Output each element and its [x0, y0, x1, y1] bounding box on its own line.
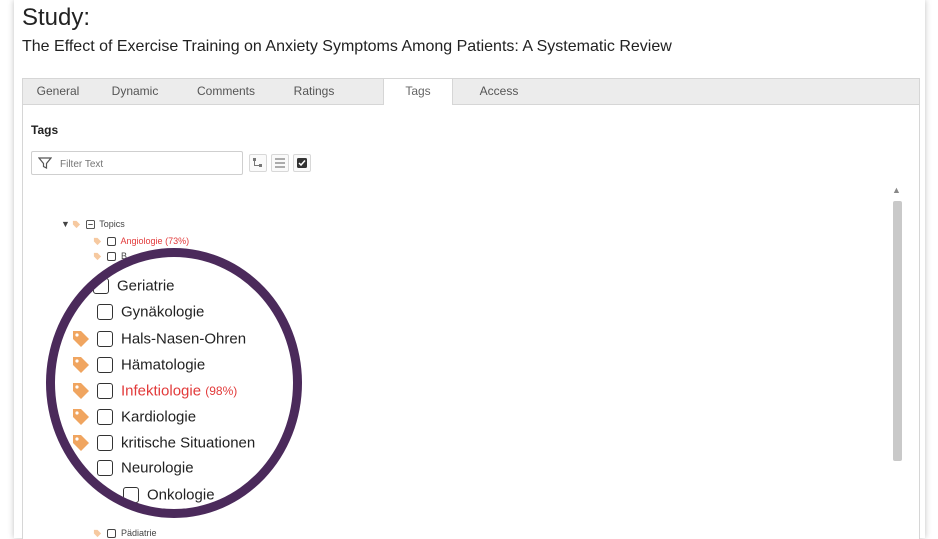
checkbox-checked-icon: [297, 158, 307, 168]
zoom-item-pct: (98%): [205, 383, 238, 398]
tab-bar: General Dynamic Comments Ratings Tags Ac…: [23, 79, 919, 105]
tag-icon: [73, 331, 89, 347]
tree-root-label: Topics: [99, 219, 125, 229]
zoom-item[interactable]: Hals-Nasen-Ohren: [71, 329, 246, 353]
tree-item-pct: (73%): [165, 236, 190, 246]
tag-icon: [93, 253, 102, 261]
tag-icon: [73, 357, 89, 373]
list-icon: [275, 158, 285, 168]
zoom-item[interactable]: Neurologie: [97, 459, 194, 483]
study-title: The Effect of Exercise Training on Anxie…: [22, 38, 672, 55]
tree-item-label: Pädiatrie: [121, 528, 157, 538]
select-all-button[interactable]: [293, 154, 311, 172]
tab-ratings[interactable]: Ratings: [275, 79, 353, 104]
tree-item-checkbox[interactable]: [106, 237, 116, 247]
tag-tree-icon: [253, 158, 262, 167]
tag-icon: [93, 530, 102, 538]
tag-icon: [73, 435, 89, 451]
tree-root: ▼ Topics: [61, 219, 125, 230]
tree-item-checkbox[interactable]: [106, 252, 116, 262]
tree-item[interactable]: Angiologie (73%): [93, 236, 190, 247]
tab-access[interactable]: Access: [463, 79, 535, 104]
scroll-up-arrow-icon[interactable]: ▲: [892, 185, 901, 195]
scrollbar[interactable]: ▲: [889, 185, 905, 539]
zoom-item-checkbox[interactable]: [97, 435, 113, 451]
zoom-item-checkbox[interactable]: [123, 487, 139, 503]
zoom-item-label: Kardiologie: [121, 408, 197, 426]
zoom-item-label: Geriatrie: [117, 277, 175, 295]
zoom-item-checkbox[interactable]: [97, 460, 113, 477]
tag-icon: [99, 487, 115, 503]
list-view-button[interactable]: [271, 154, 289, 172]
zoom-item-label: Hals-Nasen-Ohren: [121, 330, 247, 348]
zoom-item[interactable]: Onkologie: [97, 485, 215, 509]
zoom-item[interactable]: Hämatologie: [71, 355, 205, 379]
zoom-item-checkbox[interactable]: [93, 278, 109, 295]
zoom-item-label: Infektiologie: [121, 382, 202, 400]
filter-icon[interactable]: [38, 156, 52, 170]
scroll-thumb[interactable]: [893, 201, 902, 461]
tag-icon: [73, 221, 81, 229]
study-label: Study:: [22, 4, 91, 31]
filter-input[interactable]: [58, 155, 232, 173]
zoom-item-label: Gynäkologie: [121, 303, 205, 321]
zoom-item-checkbox[interactable]: [97, 331, 113, 347]
zoom-item[interactable]: Gynäkologie: [97, 303, 204, 327]
zoom-item-checkbox[interactable]: [97, 304, 113, 321]
tab-tags[interactable]: Tags: [383, 79, 453, 105]
magnifier-overlay: Geriatrie Gynäkologie Hals-Nasen-Ohren H…: [46, 248, 302, 518]
tree-item[interactable]: Pädiatrie: [93, 528, 157, 539]
zoom-item-label: Onkologie: [147, 486, 215, 504]
tree-item-label: Angiologie: [120, 236, 163, 246]
zoom-item[interactable]: Infektiologie (98%): [71, 381, 237, 405]
zoom-item-label: Hämatologie: [121, 356, 206, 374]
tags-heading: Tags: [31, 123, 59, 137]
zoom-item-label: Neurologie: [121, 459, 194, 477]
tree-item-checkbox[interactable]: [106, 529, 116, 539]
zoom-item-checkbox[interactable]: [97, 357, 113, 373]
zoom-item-label: kritische Situationen: [121, 434, 256, 452]
expand-tags-button[interactable]: [249, 154, 267, 172]
tab-comments[interactable]: Comments: [183, 79, 269, 104]
tag-icon: [93, 238, 102, 246]
tag-icon: [73, 409, 89, 425]
filter-box: [31, 151, 243, 175]
tab-dynamic[interactable]: Dynamic: [95, 79, 175, 104]
tag-icon: [73, 383, 89, 399]
zoom-item-checkbox[interactable]: [97, 409, 113, 425]
zoom-item-checkbox[interactable]: [97, 383, 113, 399]
minus-square-icon[interactable]: [85, 220, 95, 230]
zoom-item[interactable]: Kardiologie: [71, 407, 196, 431]
tab-general[interactable]: General: [27, 79, 89, 104]
collapse-arrow-icon[interactable]: ▼: [61, 219, 70, 229]
zoom-item[interactable]: kritische Situationen: [71, 433, 255, 457]
zoom-item[interactable]: Geriatrie: [93, 277, 175, 301]
